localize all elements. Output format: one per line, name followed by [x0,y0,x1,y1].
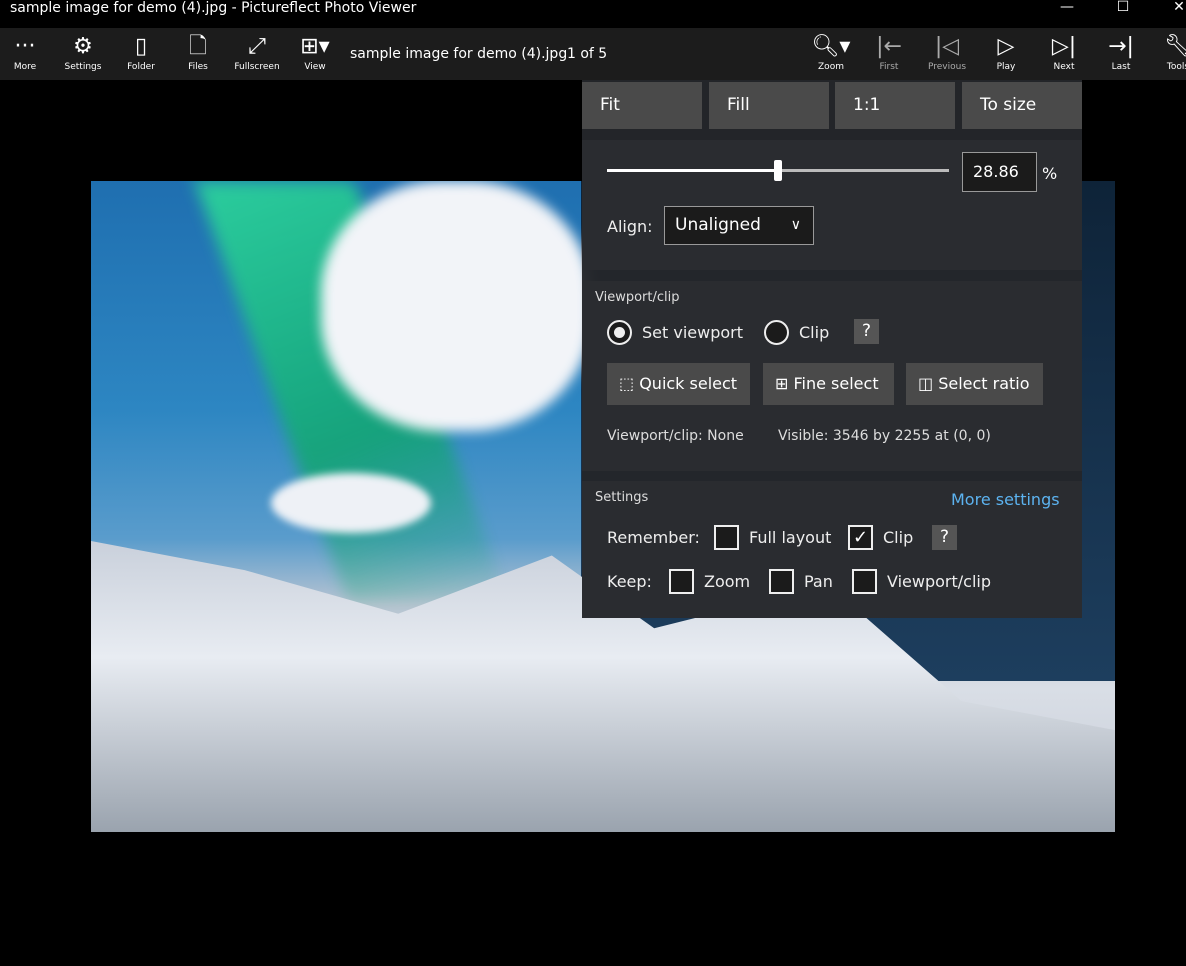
fullscreen-button[interactable]: ⤢ Fullscreen [229,32,285,72]
folder-icon: ▯ [134,34,148,59]
previous-icon: |◁ [934,34,960,59]
zoom-input[interactable]: 28.86 [962,152,1037,192]
file-position: 1 of 5 [567,46,608,62]
chevron-down-icon: ∨ [790,217,801,233]
previous-button[interactable]: |◁ Previous [919,32,975,72]
zoom-icon: 🔍︎▾ [811,34,851,59]
align-value: Unaligned [675,215,761,235]
view-button[interactable]: ⊞▾ View [287,32,343,72]
more-icon: ··· [14,34,36,59]
viewport-help-button[interactable]: ? [854,319,879,344]
fine-select-label: Fine select [793,374,879,393]
more-label: More [13,62,37,72]
close-button[interactable]: ✕ [1164,0,1186,16]
quick-select-button[interactable]: ⬚ Quick select [607,363,750,405]
clip-radio[interactable] [764,320,789,345]
select-ratio-label: Select ratio [938,374,1030,393]
zoom-slider[interactable] [607,160,949,181]
align-label: Align: [607,217,653,236]
viewport-status-label: Viewport/clip: [607,428,703,444]
settings-button[interactable]: ⚙ Settings [55,32,111,72]
fit-button[interactable]: Fit [582,82,702,129]
fullscreen-icon: ⤢ [248,34,266,59]
zoom-button[interactable]: 🔍︎▾ Zoom [803,32,859,72]
file-name: sample image for demo (4).jpg [350,46,568,62]
select-ratio-button[interactable]: ◫ Select ratio [906,363,1043,405]
more-button[interactable]: ··· More [0,32,53,72]
folder-button[interactable]: ▯ Folder [113,32,169,72]
play-icon: ▷ [997,34,1015,59]
full-layout-checkbox[interactable] [714,525,739,550]
keep-zoom-checkbox[interactable] [669,569,694,594]
tools-button[interactable]: 🔧︎ Tools [1150,32,1186,72]
viewport-status: Viewport/clip: None [607,428,744,444]
folder-label: Folder [127,62,155,72]
keep-pan-checkbox[interactable] [769,569,794,594]
last-icon: →| [1108,34,1134,59]
ratio-icon: ◫ [918,374,939,393]
first-icon: |← [876,34,902,59]
first-button[interactable]: |← First [861,32,917,72]
photo-cloud [321,181,591,431]
next-icon: ▷| [1051,34,1077,59]
keep-zoom-label: Zoom [704,572,751,591]
minimize-button[interactable]: — [1052,0,1082,16]
settings-help-button[interactable]: ? [932,525,957,550]
first-label: First [879,62,899,72]
next-label: Next [1053,62,1075,72]
last-label: Last [1111,62,1131,72]
files-label: Files [188,62,208,72]
zoom-label: Zoom [818,62,844,72]
keep-label: Keep: [607,572,652,591]
last-button[interactable]: →| Last [1093,32,1149,72]
fill-button[interactable]: Fill [709,82,829,129]
zoom-unit: % [1042,164,1058,183]
files-button[interactable]: 🗋 Files [170,32,226,72]
viewport-heading: Viewport/clip [595,290,680,305]
remember-label: Remember: [607,528,700,547]
play-button[interactable]: ▷ Play [978,32,1034,72]
settings-label: Settings [64,62,102,72]
next-button[interactable]: ▷| Next [1036,32,1092,72]
zoom-slider-thumb[interactable] [774,160,782,181]
to-size-button[interactable]: To size [962,82,1082,129]
clip-remember-label: Clip [883,528,914,547]
quick-select-label: Quick select [639,374,738,393]
view-grid-icon: ⊞▾ [300,34,330,59]
play-label: Play [996,62,1016,72]
settings-heading: Settings [595,490,649,505]
keep-pan-label: Pan [804,572,833,591]
clip-checkbox[interactable]: ✓ [848,525,873,550]
toolbar: ··· More ⚙ Settings ▯ Folder 🗋 Files ⤢ Fullsc… [0,28,1186,80]
fine-select-button[interactable]: ⊞ Fine select [763,363,894,405]
files-icon: 🗋 [189,34,207,59]
align-dropdown[interactable]: Unaligned ∨ [664,206,814,245]
previous-label: Previous [927,62,967,72]
tools-label: Tools [1166,62,1186,72]
photo-cloud-small [271,473,431,533]
title-bar: sample image for demo (4).jpg - Picturef… [0,0,1186,28]
checkmark-icon: ✓ [852,527,869,548]
viewport-status-value: None [707,428,744,444]
one-to-one-button[interactable]: 1:1 [835,82,955,129]
keep-viewport-checkbox[interactable] [852,569,877,594]
more-settings-link[interactable]: More settings [951,490,1060,509]
gear-icon: ⚙ [73,34,93,59]
maximize-button[interactable]: ☐ [1108,0,1138,16]
visible-info: Visible: 3546 by 2255 at (0, 0) [778,428,991,444]
view-label: View [304,62,326,72]
fullscreen-label: Fullscreen [234,62,280,72]
wrench-icon: 🔧︎ [1164,34,1186,59]
fine-grid-icon: ⊞ [775,374,794,393]
clip-label: Clip [799,323,830,342]
full-layout-label: Full layout [749,528,832,547]
set-viewport-label: Set viewport [642,323,743,342]
keep-viewport-label: Viewport/clip [887,572,991,591]
zoom-slider-fill [607,169,778,172]
window-title: sample image for demo (4).jpg - Picturef… [10,0,417,16]
zoom-panel: Fit Fill 1:1 To size 28.86 % Align: Unal… [582,80,1082,618]
dashed-rect-icon: ⬚ [619,374,640,393]
set-viewport-radio[interactable] [607,320,632,345]
